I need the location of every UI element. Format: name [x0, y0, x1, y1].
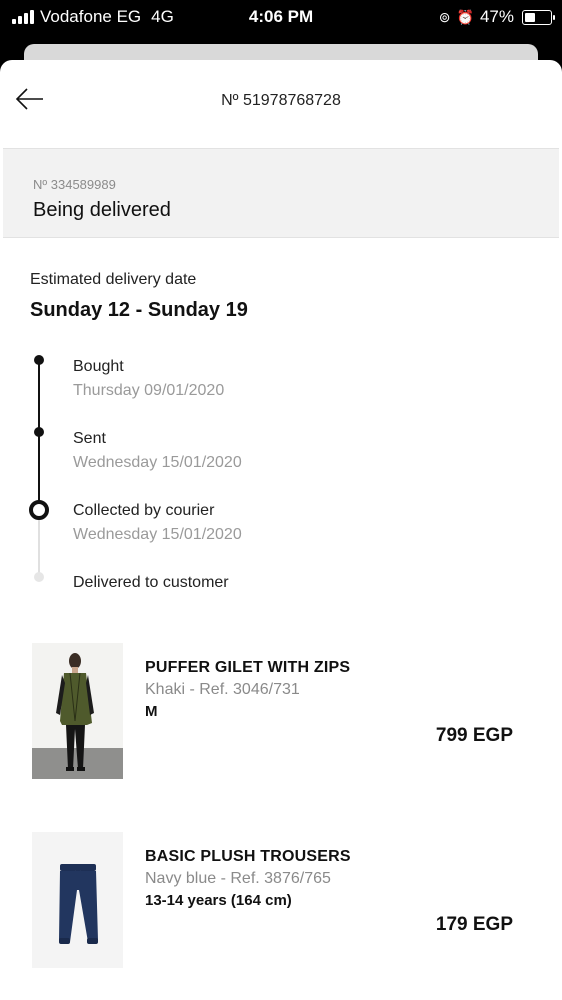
- product-size: 13-14 years (164 cm): [145, 892, 292, 909]
- timeline-line-pending: [38, 515, 40, 577]
- estimated-delivery-date: Sunday 12 - Sunday 19: [30, 299, 248, 321]
- timeline-dot-pending: [34, 572, 44, 582]
- product-price: 179 EGP: [435, 914, 513, 935]
- product-price: 799 EGP: [435, 725, 513, 746]
- delivery-timeline: Bought Thursday 09/01/2020 Sent Wednesda…: [0, 350, 562, 600]
- timeline-dot-done: [34, 427, 44, 437]
- order-status-text: Being delivered: [33, 199, 171, 221]
- order-status-box: Nº 334589989 Being delivered: [3, 148, 559, 238]
- timeline-dot-current: [29, 500, 49, 520]
- timeline-step-date: Wednesday 15/01/2020: [73, 526, 242, 543]
- estimated-delivery-label: Estimated delivery date: [30, 271, 197, 288]
- navy-trousers-photo[interactable]: [32, 832, 123, 968]
- order-detail-sheet: Nº 51978768728 Nº 334589989 Being delive…: [0, 60, 562, 1000]
- product-name[interactable]: BASIC PLUSH TROUSERS: [145, 848, 351, 866]
- timeline-step-label: Collected by courier: [73, 502, 215, 519]
- battery-icon: [522, 9, 555, 25]
- battery-percent: 47%: [479, 7, 514, 26]
- timeline-step-date: Wednesday 15/01/2020: [73, 454, 242, 471]
- product-size: M: [145, 703, 158, 720]
- timeline-dot-done: [34, 355, 44, 365]
- order-item[interactable]: PUFFER GILET WITH ZIPS Khaki - Ref. 3046…: [0, 643, 562, 783]
- timeline-step-label: Delivered to customer: [73, 574, 229, 591]
- khaki-gilet-photo[interactable]: [32, 643, 123, 779]
- header: Nº 51978768728: [0, 60, 562, 148]
- order-item[interactable]: BASIC PLUSH TROUSERS Navy blue - Ref. 38…: [0, 832, 562, 972]
- timeline-step-date: Thursday 09/01/2020: [73, 382, 225, 399]
- timeline-step-label: Bought: [73, 358, 124, 375]
- product-name[interactable]: PUFFER GILET WITH ZIPS: [145, 659, 350, 677]
- product-reference: Navy blue - Ref. 3876/765: [145, 870, 331, 887]
- sub-order-number: Nº 334589989: [33, 177, 116, 192]
- timeline-step-label: Sent: [73, 430, 106, 447]
- status-bar: Vodafone EG 4G 4:06 PM ⊚ ⏰ 47%: [0, 0, 562, 36]
- alarm-icon: ⏰: [456, 8, 474, 25]
- product-reference: Khaki - Ref. 3046/731: [145, 681, 300, 698]
- orientation-lock-icon: ⊚: [438, 8, 451, 25]
- order-number-title: Nº 51978768728: [221, 92, 341, 109]
